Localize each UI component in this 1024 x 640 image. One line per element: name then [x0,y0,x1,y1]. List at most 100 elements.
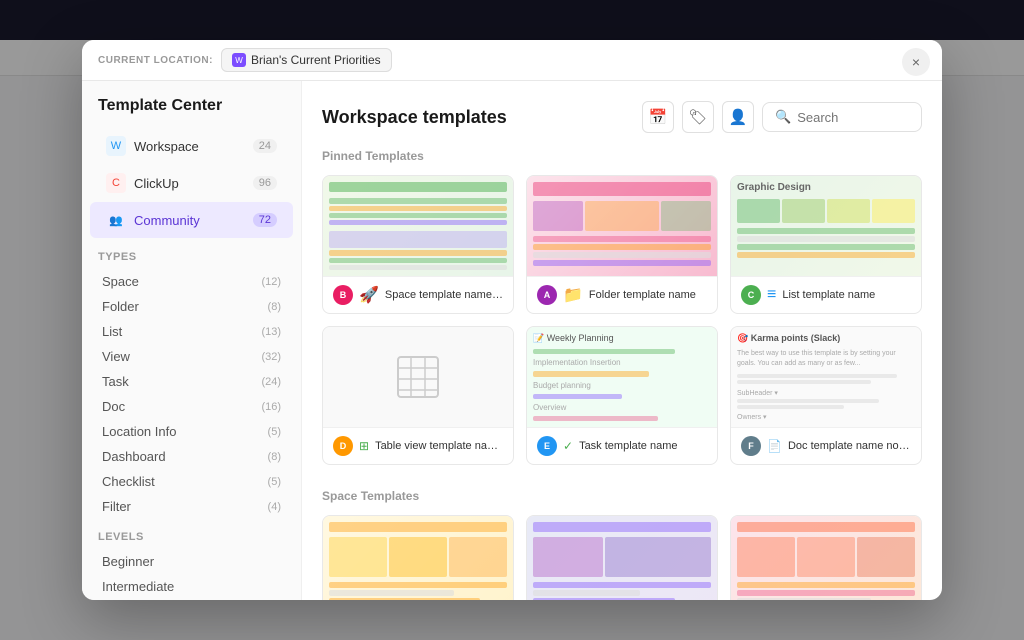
type-dashboard[interactable]: Dashboard (8) [86,444,297,469]
sidebar-title: Template Center [82,97,301,127]
sidebar-nav-community[interactable]: 👥 Community 72 [90,202,293,238]
type-space[interactable]: Space (12) [86,269,297,294]
sidebar-item-label-workspace: Workspace [134,139,199,154]
task-icon-pt5: ✓ [563,439,573,453]
template-thumb-pt6: 🎯 Karma points (Slack) The best way to u… [731,327,921,427]
type-folder-label: Folder [102,299,139,314]
type-list-count: (13) [261,326,281,338]
workspace-count: 24 [253,139,277,153]
sidebar: Template Center W Workspace 24 C ClickUp… [82,81,302,600]
template-card-pt6[interactable]: 🎯 Karma points (Slack) The best way to u… [730,326,922,465]
template-center-modal: CURRENT LOCATION: W Brian's Current Prio… [82,40,942,600]
sidebar-item-label-clickup: ClickUp [134,176,179,191]
template-name-pt6: Doc template name not that... [788,440,911,452]
template-thumb-pt1 [323,176,513,276]
type-task[interactable]: Task (24) [86,369,297,394]
template-thumb-pt4 [323,327,513,427]
type-view[interactable]: View (32) [86,344,297,369]
type-folder[interactable]: Folder (8) [86,294,297,319]
current-location-value: W Brian's Current Priorities [221,48,392,72]
level-advanced[interactable]: Advanced [86,599,297,600]
levels-section-title: Levels [82,519,301,549]
table-view-icon [393,352,443,402]
sidebar-nav-clickup[interactable]: C ClickUp 96 [90,165,293,201]
template-thumb-pt3: Graphic Design [731,176,921,276]
template-footer-pt1: B 🚀 Space template name will b... [323,276,513,313]
avatar-pt2: A [537,285,557,305]
template-card-pt4[interactable]: D ⊞ Table view template name s... [322,326,514,465]
type-view-count: (32) [261,351,281,363]
main-header-actions: 📅 🏷 👤 🔍 [642,101,922,133]
type-location-info-count: (5) [268,426,281,438]
template-name-pt3: List template name [782,289,911,301]
type-folder-count: (8) [268,301,281,313]
close-button[interactable]: × [902,48,930,76]
level-intermediate[interactable]: Intermediate [86,574,297,599]
template-thumb-st3 [731,516,921,600]
level-beginner[interactable]: Beginner [86,549,297,574]
clickup-count: 96 [253,176,277,190]
type-task-label: Task [102,374,129,389]
template-card-st3[interactable]: C 🚀 Space template name will b... [730,515,922,600]
template-thumb-st1 [323,516,513,600]
type-location-info[interactable]: Location Info (5) [86,419,297,444]
table-icon-pt4: ⊞ [359,439,369,453]
template-name-pt2: Folder template name [589,289,707,301]
template-footer-pt2: A 📁 Folder template name [527,276,717,313]
type-location-info-label: Location Info [102,424,176,439]
type-checklist-label: Checklist [102,474,155,489]
modal-overlay: CURRENT LOCATION: W Brian's Current Prio… [0,0,1024,640]
template-name-pt1: Space template name will b... [385,289,503,301]
type-doc-count: (16) [261,401,281,413]
community-count: 72 [253,213,277,227]
search-input[interactable] [797,110,909,125]
type-dashboard-count: (8) [268,451,281,463]
avatar-pt6: F [741,436,761,456]
list-icon-pt3: ≡ [767,286,776,304]
community-icon: 👥 [106,210,126,230]
space-section-label: Space templates [322,489,922,503]
space-templates-grid: B 🚀 Space template name will b... [322,515,922,600]
type-doc-label: Doc [102,399,125,414]
pinned-section-label: Pinned templates [322,149,922,163]
space-icon-pt1: 🚀 [359,285,379,305]
current-location-label: CURRENT LOCATION: [98,55,213,66]
template-footer-pt5: E ✓ Task template name [527,427,717,464]
doc-icon-pt6: 📄 [767,439,782,453]
template-card-pt3[interactable]: Graphic Design [730,175,922,314]
calendar-icon-button[interactable]: 📅 [642,101,674,133]
template-card-st1[interactable]: B 🚀 Space template name will b... [322,515,514,600]
template-footer-pt6: F 📄 Doc template name not that... [731,427,921,464]
tag-icon-button[interactable]: 🏷 [682,101,714,133]
template-card-st2[interactable]: A 🚀 Space template name will b... [526,515,718,600]
type-list[interactable]: List (13) [86,319,297,344]
type-space-count: (12) [261,276,281,288]
type-filter-count: (4) [268,501,281,513]
pinned-templates-grid: B 🚀 Space template name will b... [322,175,922,465]
search-icon: 🔍 [775,109,791,125]
type-filter[interactable]: Filter (4) [86,494,297,519]
type-list-label: List [102,324,122,339]
main-header: Workspace templates 📅 🏷 👤 🔍 [322,101,922,133]
template-thumb-pt2 [527,176,717,276]
type-checklist[interactable]: Checklist (5) [86,469,297,494]
main-title: Workspace templates [322,107,507,128]
modal-body: Template Center W Workspace 24 C ClickUp… [82,81,942,600]
sidebar-nav-workspace[interactable]: W Workspace 24 [90,128,293,164]
template-card-pt1[interactable]: B 🚀 Space template name will b... [322,175,514,314]
type-view-label: View [102,349,130,364]
clickup-icon: C [106,173,126,193]
template-card-pt5[interactable]: 📝 Weekly Planning Implementation Inserti… [526,326,718,465]
user-icon-button[interactable]: 👤 [722,101,754,133]
avatar-pt4: D [333,436,353,456]
template-footer-pt3: C ≡ List template name [731,276,921,313]
search-box: 🔍 [762,102,922,132]
location-icon: W [232,53,246,67]
main-content: Workspace templates 📅 🏷 👤 🔍 Pinned templ… [302,81,942,600]
template-footer-pt4: D ⊞ Table view template name s... [323,427,513,464]
avatar-pt1: B [333,285,353,305]
types-section-title: Types [82,239,301,269]
type-space-label: Space [102,274,139,289]
type-doc[interactable]: Doc (16) [86,394,297,419]
template-card-pt2[interactable]: A 📁 Folder template name [526,175,718,314]
